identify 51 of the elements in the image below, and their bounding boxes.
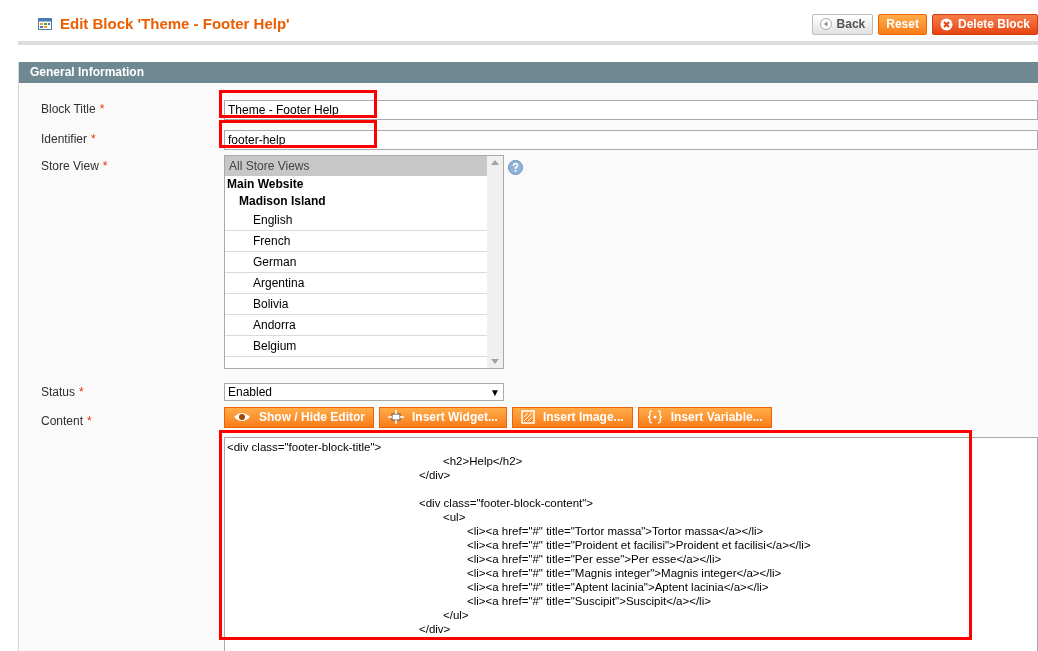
code-line: </ul> bbox=[442, 607, 470, 622]
list-option[interactable]: German bbox=[225, 251, 487, 273]
list-option[interactable]: Belgium bbox=[225, 335, 487, 357]
code-line: <li><a href="#" title="Per esse">Per esse</a></li> bbox=[466, 551, 723, 566]
scroll-down-icon bbox=[491, 358, 499, 364]
help-icon[interactable] bbox=[508, 159, 523, 175]
code-line: <div class="footer-block-content"> bbox=[418, 495, 595, 510]
scroll-up-icon bbox=[491, 159, 499, 165]
image-icon bbox=[520, 410, 535, 424]
code-line: <li><a href="#" title="Proident et facilisi">Proident et facilisi</a></li> bbox=[466, 537, 812, 552]
status-select[interactable]: Enabled ▼ bbox=[224, 383, 504, 401]
list-option[interactable]: Andorra bbox=[225, 314, 487, 336]
field-label: Store View bbox=[41, 157, 99, 175]
close-icon bbox=[939, 17, 953, 31]
list-option[interactable]: Argentina bbox=[225, 272, 487, 294]
field-label: Status bbox=[41, 384, 76, 401]
store-view-list[interactable]: All Store Views Main Website Madison Island English French German Argentina Bolivia Andorra Belgium bbox=[224, 154, 504, 369]
required-mark: * bbox=[87, 412, 92, 430]
content-editor[interactable] bbox=[224, 436, 1038, 651]
required-mark: * bbox=[91, 130, 96, 148]
field-label: Block Title bbox=[41, 100, 96, 118]
page-title: Edit Block 'Theme - Footer Help' bbox=[60, 14, 290, 34]
code-line: <li><a href="#" title="Aptent lacinia">Aptent lacinia</a></li> bbox=[466, 579, 770, 594]
widget-icon bbox=[388, 410, 404, 424]
code-line: <h2>Help</h2> bbox=[442, 453, 524, 468]
field-label: Identifier bbox=[41, 130, 88, 148]
code-line: <ul> bbox=[442, 509, 467, 524]
list-option[interactable]: French bbox=[225, 230, 487, 252]
text-field[interactable]: Theme - Footer Help bbox=[224, 99, 1038, 120]
back-button[interactable]: Back bbox=[811, 13, 874, 35]
required-mark: * bbox=[102, 157, 108, 175]
code-line: <div class="footer-block-title"> bbox=[227, 439, 383, 454]
scrollbar[interactable] bbox=[487, 155, 503, 368]
list-option[interactable]: All Store Views bbox=[225, 155, 487, 176]
code-line: <li><a href="#" title="Suscipit">Suscipit</a></li> bbox=[466, 593, 712, 608]
code-line: <li><a href="#" title="Tortor massa">Tortor massa</a></li> bbox=[466, 523, 765, 538]
required-mark: * bbox=[79, 384, 84, 401]
code-line: </div> bbox=[418, 621, 452, 636]
code-line: </div> bbox=[418, 467, 452, 482]
list-option[interactable]: Bolivia bbox=[225, 293, 487, 315]
section-header: General Information bbox=[19, 61, 1038, 83]
list-option[interactable]: English bbox=[225, 209, 487, 231]
braces-icon bbox=[646, 410, 663, 424]
required-mark: * bbox=[99, 100, 105, 118]
text-field[interactable]: footer-help bbox=[224, 129, 1038, 150]
eye-icon bbox=[233, 411, 251, 423]
field-label: Content bbox=[41, 412, 84, 430]
grid-icon bbox=[38, 18, 52, 31]
list-option[interactable]: Main Website bbox=[225, 175, 487, 193]
code-line: <li><a href="#" title="Magnis integer">Magnis integer</a></li> bbox=[466, 565, 783, 580]
list-option[interactable]: Madison Island bbox=[225, 192, 487, 210]
